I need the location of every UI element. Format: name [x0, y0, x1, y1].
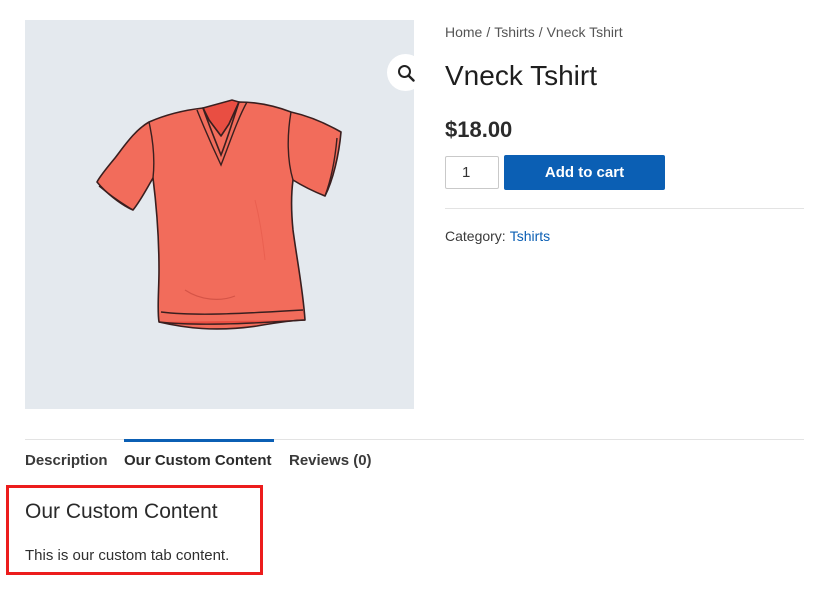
add-to-cart-button[interactable]: Add to cart	[504, 155, 665, 190]
tab-our-custom-content[interactable]: Our Custom Content	[124, 440, 272, 482]
category-link[interactable]: Tshirts	[510, 228, 550, 244]
breadcrumb: Home / Tshirts / Vneck Tshirt	[445, 24, 623, 40]
magnifier-icon	[397, 64, 415, 82]
breadcrumb-tshirts[interactable]: Tshirts	[494, 24, 534, 40]
product-title: Vneck Tshirt	[445, 60, 597, 91]
breadcrumb-home[interactable]: Home	[445, 24, 482, 40]
tab-reviews[interactable]: Reviews (0)	[289, 440, 372, 482]
product-category: Category: Tshirts	[445, 228, 550, 244]
zoom-button[interactable]	[387, 54, 424, 91]
divider	[445, 208, 804, 209]
product-image[interactable]	[25, 20, 424, 409]
tab-panel-heading: Our Custom Content	[25, 500, 218, 523]
breadcrumb-separator: /	[538, 24, 543, 40]
tshirt-image	[96, 99, 342, 330]
quantity-input[interactable]	[445, 156, 499, 189]
breadcrumb-separator: /	[486, 24, 491, 40]
product-price: $18.00	[445, 117, 513, 142]
tab-panel-text: This is our custom tab content.	[25, 547, 230, 564]
tab-description[interactable]: Description	[25, 440, 108, 482]
category-label: Category:	[445, 228, 506, 244]
breadcrumb-current: Vneck Tshirt	[546, 24, 623, 40]
